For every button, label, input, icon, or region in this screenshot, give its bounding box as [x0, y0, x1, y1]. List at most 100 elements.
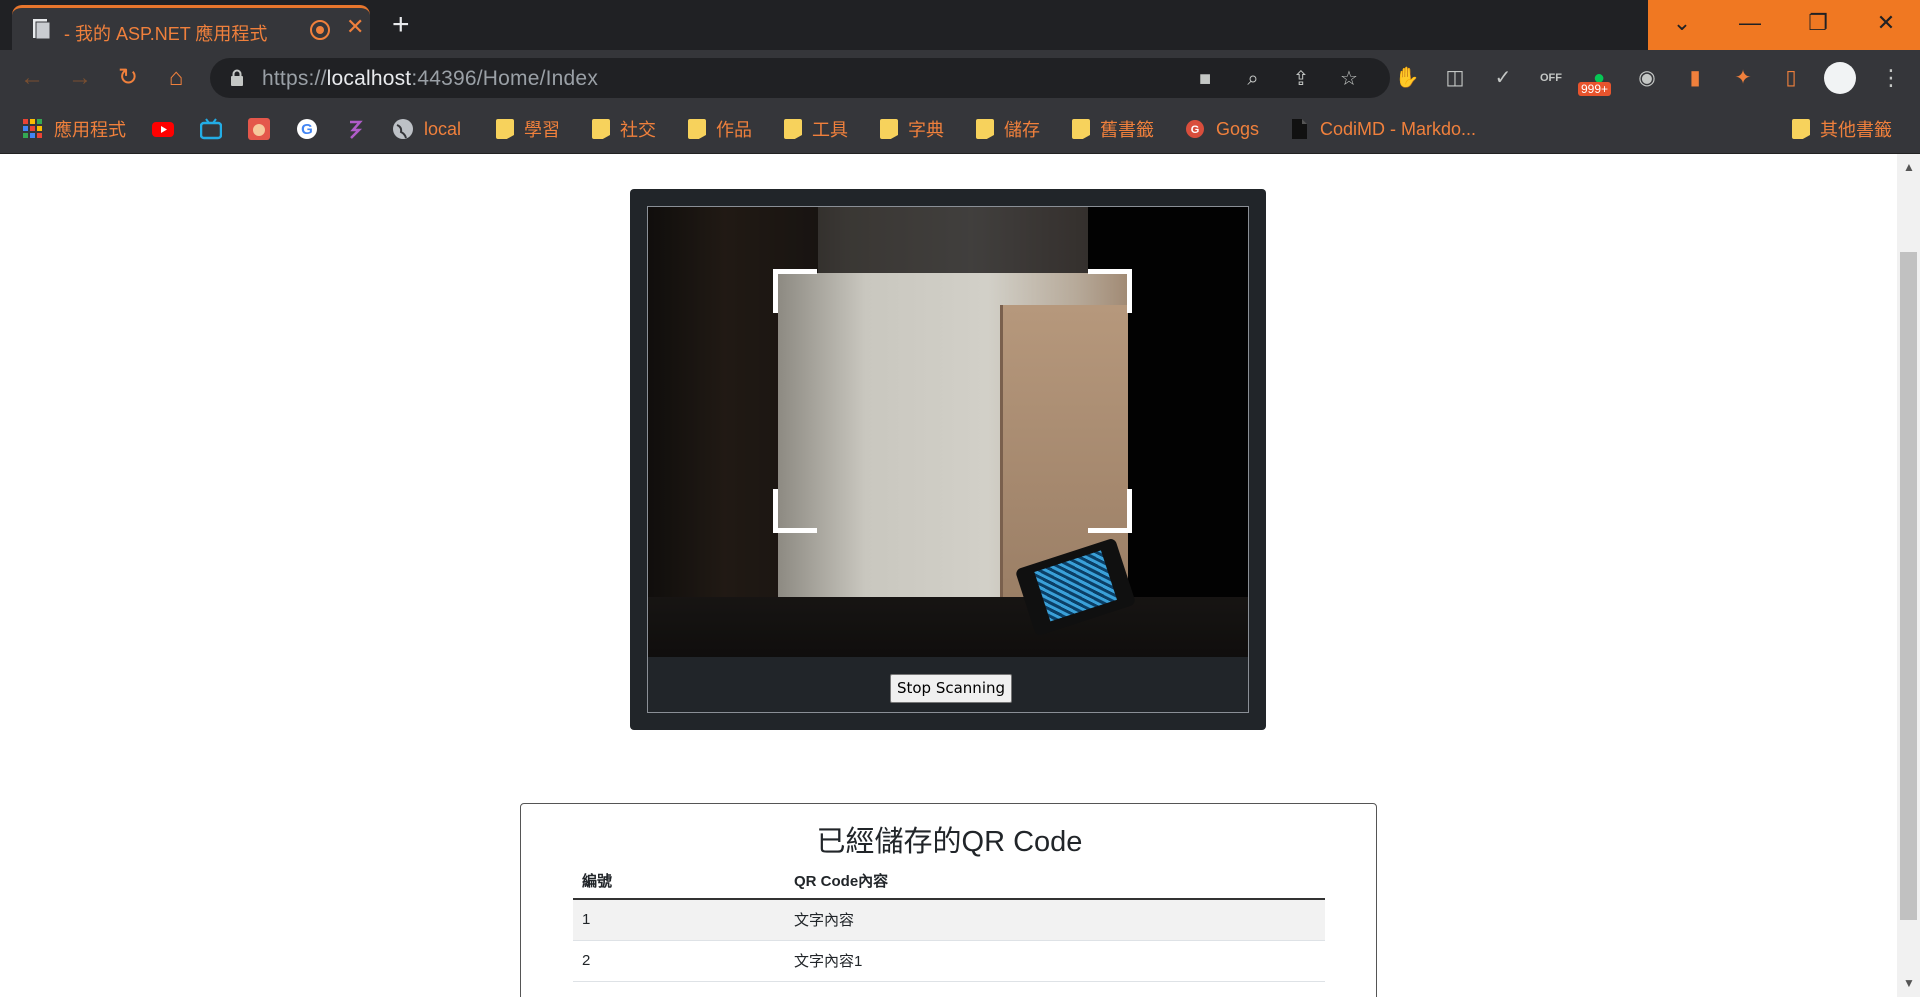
table-row: 1 文字內容: [573, 899, 1325, 941]
globe-icon: [393, 119, 413, 139]
minimize-button[interactable]: —: [1716, 0, 1784, 50]
scan-corner-bottom-left: [773, 489, 817, 533]
scroll-down-arrow-icon[interactable]: ▼: [1903, 976, 1915, 990]
tampermonkey-extension-icon[interactable]: ◫: [1440, 63, 1470, 93]
tab-search-button[interactable]: ⌄: [1648, 0, 1716, 50]
bookmarks-bar: 應用程式 G local 學習 社交 作品 工具 字典 儲存 舊書籤 G Gog…: [0, 106, 1920, 154]
bookmark-local[interactable]: local: [392, 114, 461, 144]
bookmark-anime[interactable]: [248, 114, 280, 144]
camera-preview: [648, 207, 1248, 657]
bookmark-apps[interactable]: 應用程式: [22, 114, 126, 144]
bookmark-label: 學習: [524, 120, 560, 140]
bookmark-folder-works[interactable]: 作品: [688, 114, 752, 144]
qr-scanner: Stop Scanning: [630, 189, 1266, 730]
bookmark-label: 工具: [812, 120, 848, 140]
close-tab-icon[interactable]: ✕: [346, 16, 364, 38]
scrollbar-thumb[interactable]: [1900, 252, 1917, 920]
row-content: 文字內容1: [785, 940, 1325, 982]
folder-icon: [1792, 119, 1810, 139]
bookmark-google[interactable]: G: [296, 114, 328, 144]
zoom-icon[interactable]: ⌕: [1240, 66, 1266, 92]
share-icon[interactable]: ⇪: [1288, 66, 1314, 92]
bookmark-codimd[interactable]: CodiMD - Markdo...: [1288, 114, 1476, 144]
gogs-icon: G: [1186, 120, 1204, 138]
bookmark-other[interactable]: 其他書籤: [1792, 114, 1892, 144]
folder-icon: [688, 119, 706, 139]
bookmark-label: local: [424, 118, 462, 139]
side-panel-icon[interactable]: ▯: [1776, 63, 1806, 93]
address-bar[interactable]: https://localhost:44396/Home/Index ■ ⌕ ⇪…: [210, 58, 1390, 98]
bookmark-folder-old[interactable]: 舊書籤: [1072, 114, 1154, 144]
scroll-up-arrow-icon[interactable]: ▲: [1903, 160, 1915, 174]
folder-icon: [976, 119, 994, 139]
svg-text:G: G: [301, 121, 313, 138]
row-id: 2: [573, 940, 785, 982]
column-header-id: 編號: [573, 864, 785, 900]
page-favicon-icon: [33, 19, 51, 40]
circle-extension-icon[interactable]: ◉: [1632, 63, 1662, 93]
restore-button[interactable]: ❐: [1784, 0, 1852, 50]
table-header-row: 編號 QR Code內容: [573, 864, 1325, 900]
bookmark-folder-tools[interactable]: 工具: [784, 114, 848, 144]
apps-grid-icon: [23, 119, 42, 138]
close-window-button[interactable]: ✕: [1852, 0, 1920, 50]
back-icon[interactable]: ←: [16, 62, 48, 94]
off-toggle-extension-icon[interactable]: OFF: [1536, 63, 1566, 93]
bookmark-folder-study[interactable]: 學習: [496, 114, 560, 144]
bookmark-label: 舊書籤: [1100, 120, 1154, 140]
anime-avatar-icon: [248, 118, 270, 140]
browser-tab[interactable]: - 我的 ASP.NET 應用程式 ✕: [12, 5, 370, 50]
folder-icon: [784, 119, 802, 139]
stop-scanning-button[interactable]: Stop Scanning: [890, 674, 1012, 703]
saved-qr-title: 已經儲存的QR Code: [816, 826, 1083, 858]
scan-corner-top-left: [773, 269, 817, 313]
bookmark-youtube[interactable]: [152, 114, 184, 144]
table-row: 2 文字內容1: [573, 940, 1325, 982]
extensions-puzzle-icon[interactable]: ✦: [1728, 63, 1758, 93]
reload-icon[interactable]: ↻: [112, 62, 144, 94]
tab-strip: - 我的 ASP.NET 應用程式 ✕ + ⌄ — ❐ ✕: [0, 0, 1920, 50]
bilibili-icon: [200, 118, 222, 140]
bookmark-gogs[interactable]: G Gogs: [1184, 114, 1259, 144]
toggle-extension-icon[interactable]: ▮: [1680, 63, 1710, 93]
youtube-icon: [152, 122, 174, 137]
bookmark-label: 社交: [620, 120, 656, 140]
bookmark-label: 儲存: [1004, 120, 1040, 140]
forward-icon[interactable]: →: [64, 62, 96, 94]
document-icon: [1292, 119, 1307, 139]
home-icon[interactable]: ⌂: [160, 62, 192, 94]
row-content: 文字內容: [785, 899, 1325, 941]
bookmark-folder-social[interactable]: 社交: [592, 114, 656, 144]
folder-icon: [592, 119, 610, 139]
browser-toolbar: ← → ↻ ⌂ https://localhost:44396/Home/Ind…: [0, 50, 1920, 106]
url-text[interactable]: https://localhost:44396/Home/Index: [262, 67, 598, 91]
feather-icon: [350, 120, 363, 139]
check-extension-icon[interactable]: ✓: [1488, 63, 1518, 93]
bookmark-label: 字典: [908, 120, 944, 140]
bookmark-folder-storage[interactable]: 儲存: [976, 114, 1040, 144]
recording-indicator-icon: [310, 20, 330, 40]
new-tab-button[interactable]: +: [392, 8, 410, 42]
folder-icon: [1072, 119, 1090, 139]
bookmark-folder-dictionary[interactable]: 字典: [880, 114, 944, 144]
bookmark-label: CodiMD - Markdo...: [1320, 118, 1477, 139]
tab-title: - 我的 ASP.NET 應用程式: [64, 24, 268, 44]
folder-icon: [880, 119, 898, 139]
camera-in-use-icon[interactable]: ■: [1192, 66, 1218, 92]
saved-qr-card: 已經儲存的QR Code 編號 QR Code內容 1 文字內容 2 文字內容1: [520, 803, 1377, 997]
extension-badge: 999+: [1578, 82, 1612, 96]
profile-avatar[interactable]: [1824, 62, 1856, 94]
bookmark-star-icon[interactable]: ☆: [1336, 66, 1362, 92]
row-id: 1: [573, 899, 785, 941]
scan-corner-top-right: [1088, 269, 1132, 313]
bookmark-label: 作品: [716, 120, 752, 140]
bookmark-bilibili[interactable]: [200, 114, 232, 144]
page-scrollbar[interactable]: ▲ ▼: [1897, 154, 1920, 997]
bookmark-feather[interactable]: [344, 114, 376, 144]
saved-qr-table: 編號 QR Code內容 1 文字內容 2 文字內容1: [573, 864, 1325, 982]
browser-menu-icon[interactable]: ⋮: [1880, 62, 1902, 94]
google-icon: G: [297, 119, 317, 139]
bookmark-label: 應用程式: [54, 120, 126, 140]
column-header-content: QR Code內容: [785, 864, 1325, 900]
adblock-extension-icon[interactable]: ✋: [1392, 63, 1422, 93]
